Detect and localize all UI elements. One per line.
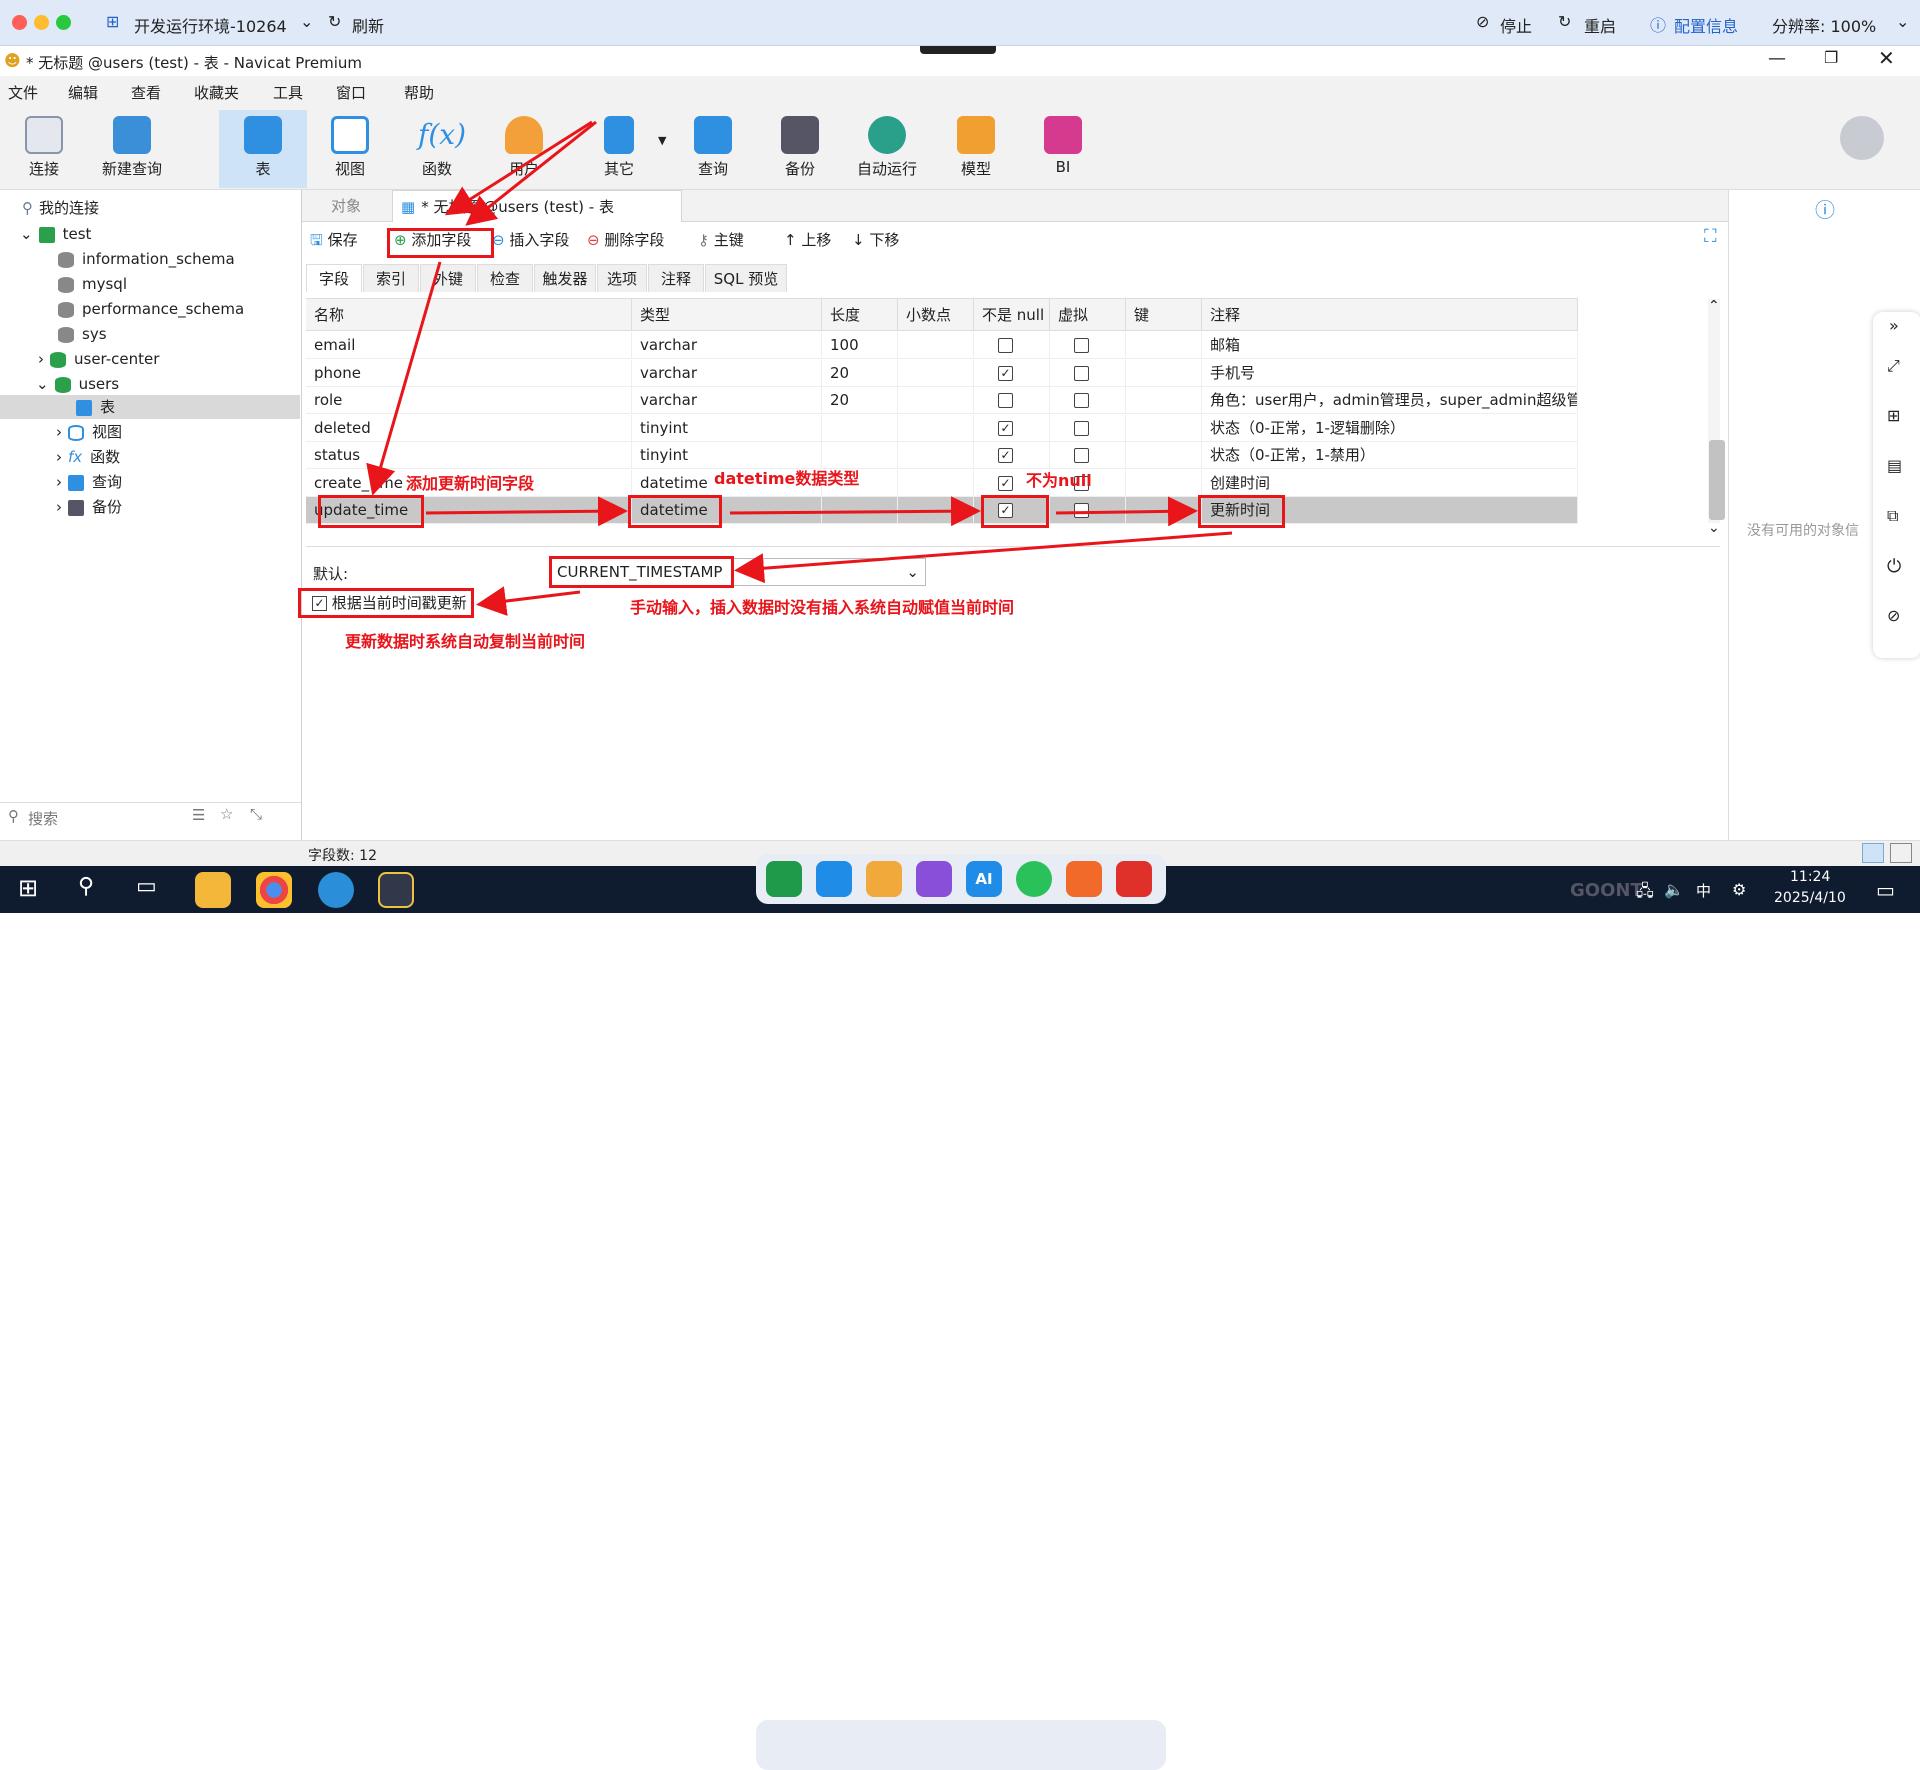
dock-ai-icon[interactable]: AI	[966, 861, 1002, 897]
field-count: 字段数: 12	[308, 848, 377, 864]
arrow	[734, 531, 1233, 584]
layout-toggle-right-icon[interactable]	[1890, 843, 1912, 863]
network-icon[interactable]: 🖧	[1636, 880, 1654, 907]
arrow	[444, 120, 593, 216]
navicat-taskbar-icon[interactable]	[378, 872, 414, 908]
mac-dock: AI	[756, 854, 1166, 904]
volume-icon[interactable]: 🔈	[1664, 880, 1684, 899]
file-explorer-icon[interactable]	[195, 872, 231, 908]
dock-files-icon[interactable]	[866, 861, 902, 897]
arrow	[366, 261, 442, 496]
annotation-arrows	[366, 120, 1233, 616]
layout-toggle-left-icon[interactable]	[1862, 843, 1884, 863]
notification-icon[interactable]: ▭	[1876, 878, 1895, 902]
tray-app-icon[interactable]: ⚙	[1732, 880, 1746, 899]
arrow	[465, 120, 597, 226]
dock-desktop-icon[interactable]	[816, 861, 852, 897]
clock-date[interactable]: 2025/4/10	[1774, 890, 1846, 906]
arrow	[425, 496, 628, 527]
watermark: GOONT	[1570, 880, 1643, 901]
edge-icon[interactable]	[318, 872, 354, 908]
ime-indicator[interactable]: 中	[1696, 880, 1711, 901]
dock-app-icon[interactable]	[766, 861, 802, 897]
search-icon[interactable]: ⚲	[78, 874, 94, 899]
windows-start-icon[interactable]: ⊞	[18, 874, 38, 902]
dock-power-icon[interactable]	[1116, 861, 1152, 897]
task-view-icon[interactable]: ▭	[136, 874, 157, 899]
arrow	[729, 496, 981, 527]
dock-book-icon[interactable]	[916, 861, 952, 897]
dock-background	[756, 1720, 1166, 1770]
dock-settings-icon[interactable]	[1066, 861, 1102, 897]
clock-time[interactable]: 11:24	[1790, 869, 1830, 885]
arrow	[1055, 496, 1198, 527]
arrow	[476, 586, 581, 616]
chrome-icon[interactable]	[256, 872, 292, 908]
dock-chat-icon[interactable]	[1016, 861, 1052, 897]
